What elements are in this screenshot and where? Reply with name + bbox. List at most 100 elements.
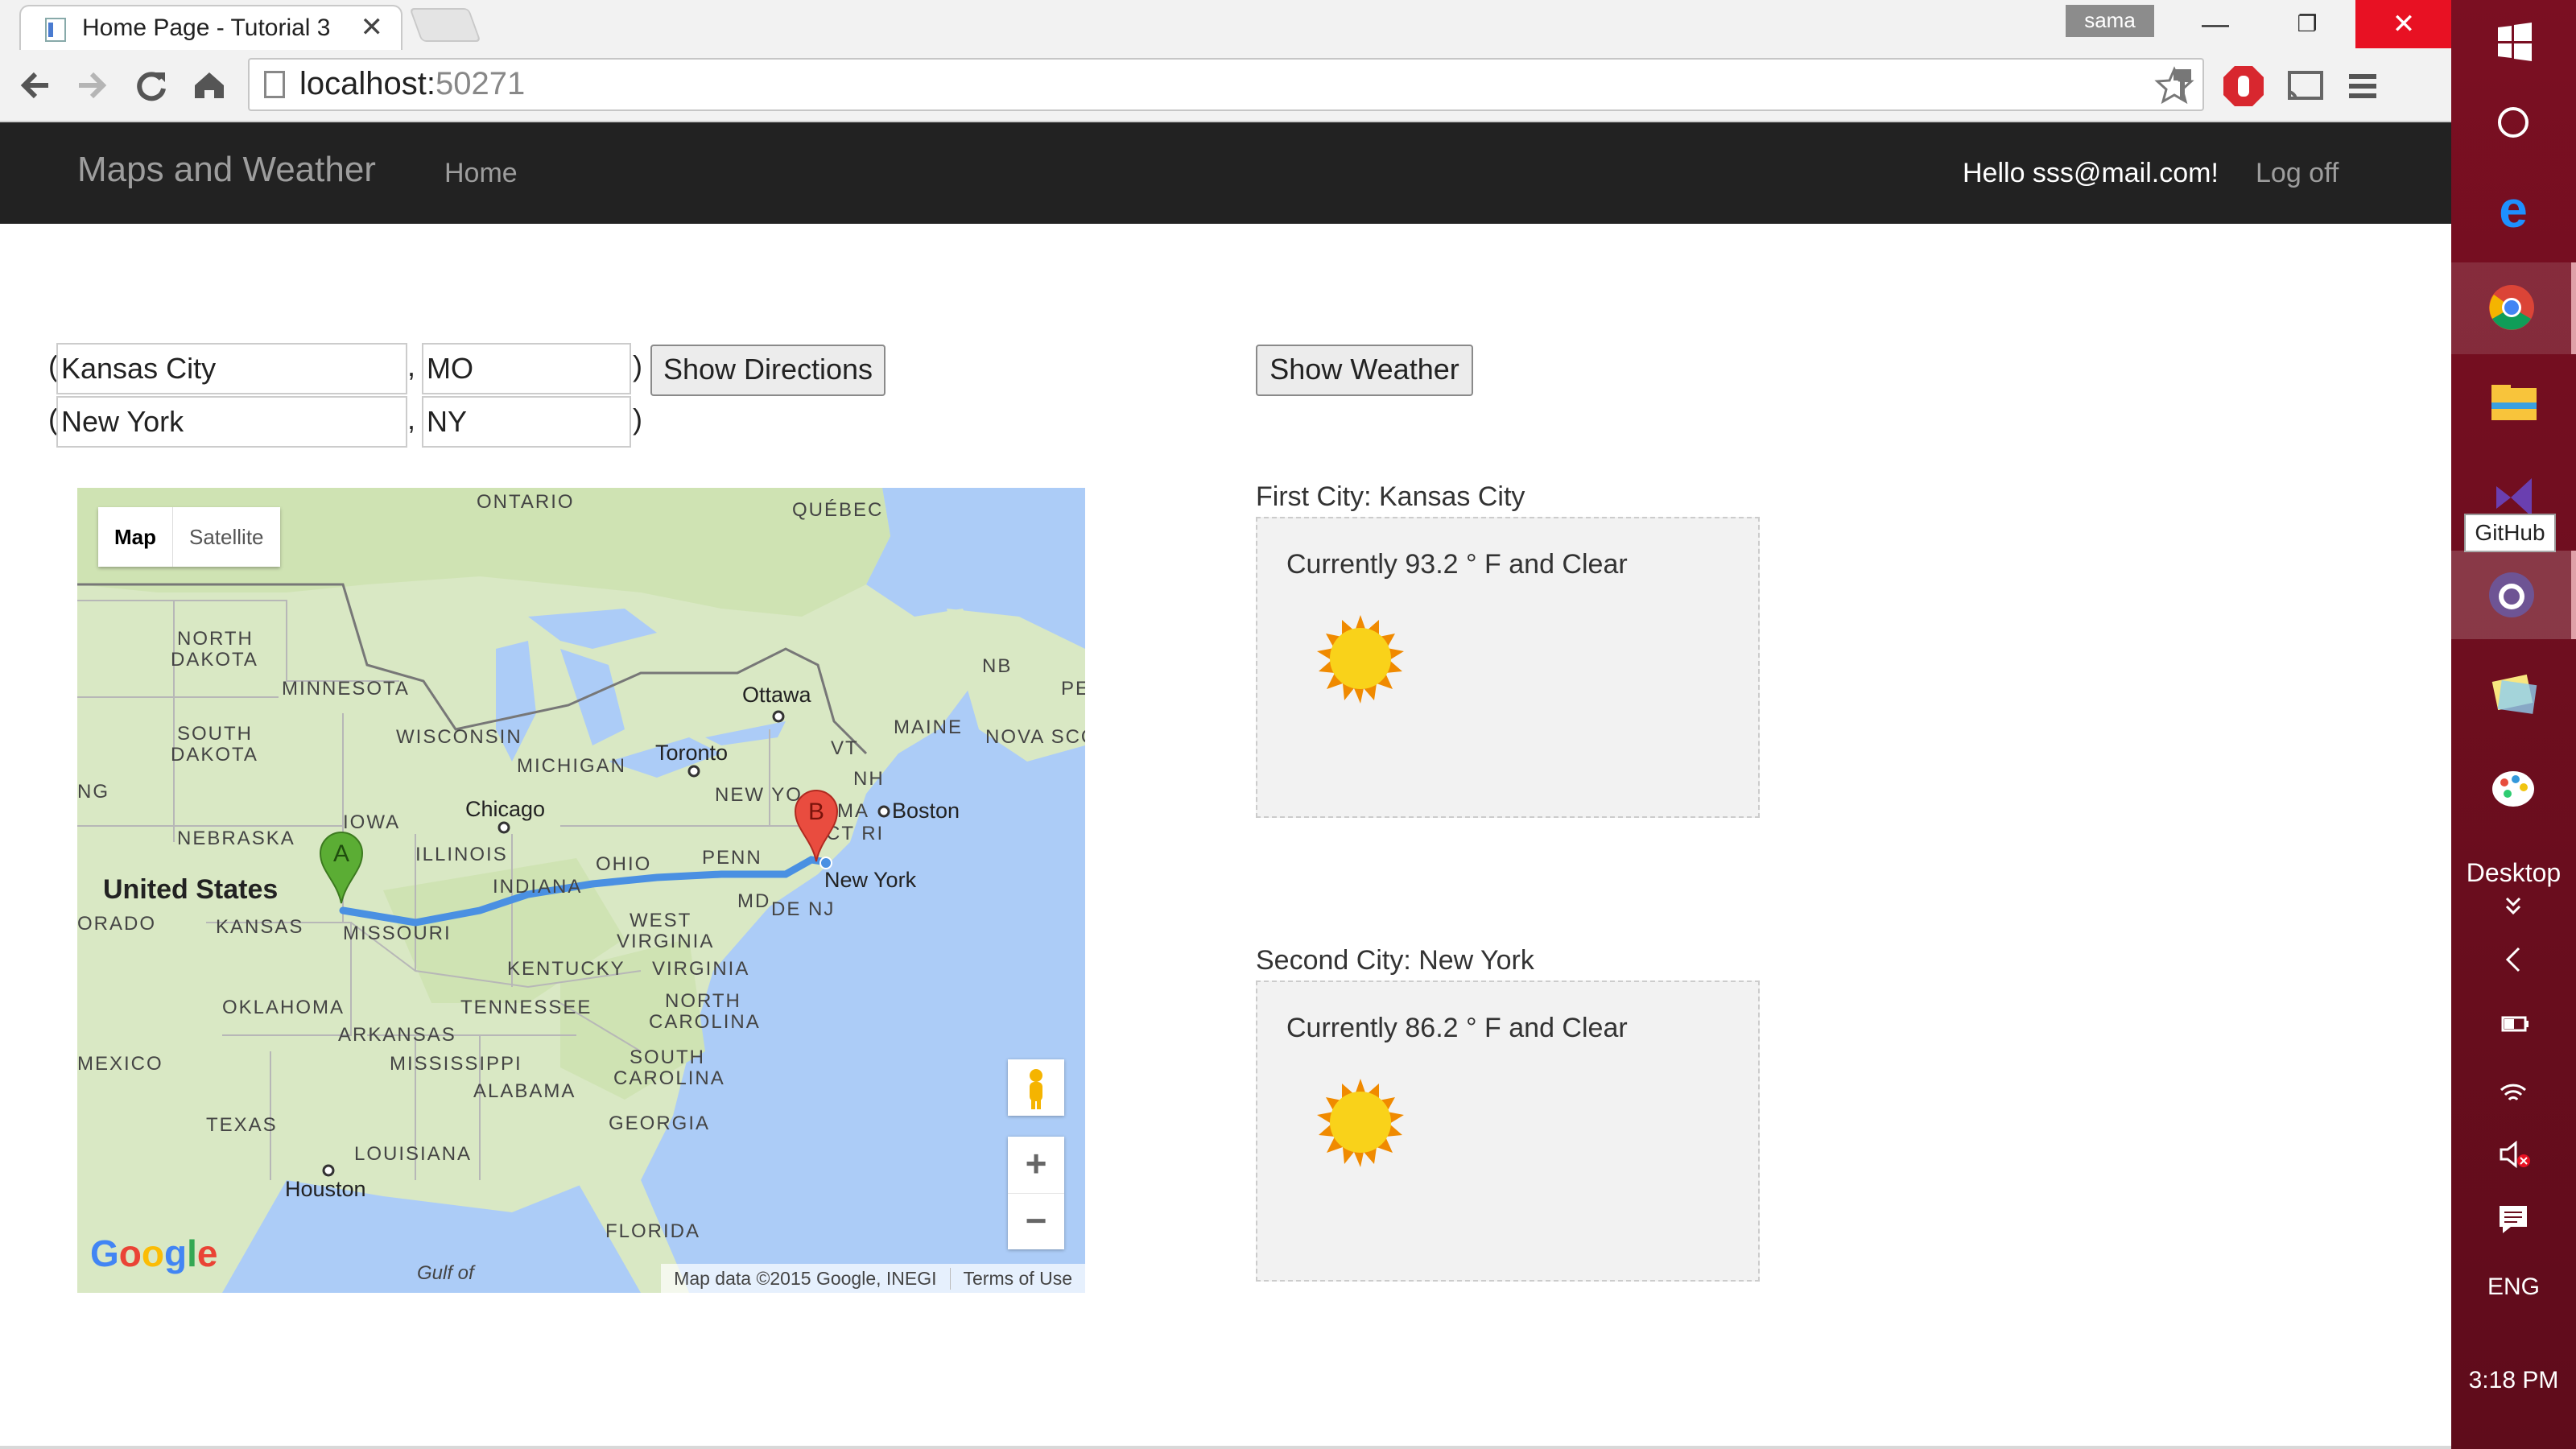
map-label: CAROLINA	[613, 1067, 725, 1089]
bookmark-star-icon[interactable]	[2154, 66, 2194, 106]
map-label: Gulf of	[417, 1262, 474, 1284]
map-label: TENNESSEE	[460, 997, 592, 1018]
map-label: NH	[853, 768, 885, 790]
map-label: SOUTH	[630, 1046, 705, 1068]
map-label: MAINE	[894, 716, 964, 738]
minimize-icon[interactable]: —	[2167, 0, 2264, 48]
map-label: NEBRASKA	[177, 828, 295, 849]
app-navbar: Maps and Weather Home Hello sss@mail.com…	[0, 122, 2451, 224]
first-city-weather-box: Currently 93.2 ° F and Clear	[1256, 517, 1760, 818]
state1-input[interactable]	[422, 343, 631, 394]
map-type-satellite[interactable]: Satellite	[172, 507, 280, 567]
marker-a-icon[interactable]: A	[319, 831, 364, 905]
map-label: ARKANSAS	[338, 1024, 456, 1046]
windows-start-icon[interactable]	[2451, 19, 2576, 64]
map-label: FLORIDA	[605, 1220, 701, 1242]
adblock-extension-icon[interactable]	[2220, 63, 2267, 109]
map-label: Ottawa	[742, 683, 811, 707]
sunny-icon	[1317, 1079, 1404, 1167]
google-logo[interactable]: Google	[90, 1232, 217, 1275]
map-label: INDIANA	[493, 876, 583, 898]
map-label: New York	[824, 868, 917, 892]
map-type-control[interactable]: Map Satellite	[98, 507, 280, 567]
map-label: Toronto	[655, 741, 729, 765]
pegman-icon[interactable]	[1008, 1059, 1064, 1116]
map-label: VIRGINIA	[652, 958, 750, 980]
tab-close-icon[interactable]: ✕	[361, 11, 384, 43]
zoom-control: + −	[1008, 1137, 1064, 1249]
url-text: localhost:50271	[299, 66, 526, 101]
volume-muted-icon[interactable]	[2451, 1138, 2576, 1170]
page-favicon-icon	[45, 18, 66, 42]
show-weather-button[interactable]: Show Weather	[1256, 345, 1473, 396]
chevron-down-icon[interactable]	[2451, 895, 2576, 918]
brand-link[interactable]: Maps and Weather	[77, 150, 376, 190]
visual-studio-icon[interactable]	[2451, 473, 2576, 518]
map-label: MICHIGAN	[517, 755, 626, 777]
language-indicator[interactable]: ENG	[2451, 1274, 2576, 1301]
map-label: TEXAS	[206, 1114, 278, 1136]
chrome-icon	[2488, 285, 2534, 330]
user-greeting-link[interactable]: Hello sss@mail.com!	[1963, 158, 2219, 189]
zoom-in-button[interactable]: +	[1008, 1137, 1064, 1194]
file-explorer-icon[interactable]	[2451, 378, 2576, 427]
cortana-icon[interactable]	[2451, 100, 2576, 145]
desktop-label[interactable]: Desktop	[2451, 858, 2576, 888]
google-map[interactable]: Map Satellite ONTARIO QUÉBEC NORTH DAKOT…	[77, 488, 1085, 1293]
comma: ,	[407, 402, 416, 436]
home-icon[interactable]	[187, 63, 232, 108]
first-city-current: Currently 93.2 ° F and Clear	[1286, 549, 1628, 580]
map-label: ALABAMA	[473, 1080, 576, 1102]
zoom-out-button[interactable]: −	[1008, 1194, 1064, 1250]
paint-icon[interactable]	[2451, 765, 2576, 813]
sticky-notes-icon[interactable]	[2451, 668, 2576, 716]
page-icon	[264, 71, 285, 98]
back-icon[interactable]	[13, 63, 58, 108]
map-label: Houston	[285, 1177, 366, 1201]
chevron-left-icon[interactable]	[2451, 943, 2576, 976]
map-label: MISSOURI	[343, 923, 452, 944]
nav-home-link[interactable]: Home	[444, 158, 518, 189]
map-label: KANSAS	[216, 916, 304, 938]
reload-icon[interactable]	[129, 63, 174, 108]
wifi-icon[interactable]	[2451, 1072, 2576, 1104]
close-paren: )	[633, 402, 642, 436]
edge-icon[interactable]: e	[2451, 187, 2576, 235]
state2-input[interactable]	[422, 396, 631, 448]
map-label: United States	[103, 874, 279, 905]
show-directions-button[interactable]: Show Directions	[650, 345, 886, 396]
map-label: QUÉBEC	[792, 499, 884, 521]
cast-icon[interactable]	[2281, 63, 2328, 109]
marker-b-icon[interactable]: B	[794, 789, 839, 863]
restore-icon[interactable]: ❐	[2259, 0, 2355, 48]
sunny-icon	[1317, 615, 1404, 704]
menu-icon[interactable]	[2339, 63, 2386, 109]
map-label: MA	[837, 800, 869, 822]
action-center-icon[interactable]	[2451, 1201, 2576, 1236]
map-label: OHIO	[596, 853, 652, 875]
new-tab-button[interactable]	[409, 8, 481, 42]
city1-input[interactable]	[56, 343, 407, 394]
city2-input[interactable]	[56, 396, 407, 448]
map-label: VT	[831, 737, 859, 759]
map-label: WEST	[630, 910, 692, 931]
map-label: OKLAHOMA	[222, 997, 345, 1018]
second-city-weather-box: Currently 86.2 ° F and Clear	[1256, 980, 1760, 1282]
map-label: MEXICO	[77, 1053, 163, 1075]
window-close-icon[interactable]: ✕	[2355, 0, 2452, 48]
browser-tab[interactable]: Home Page - Tutorial 3 ✕	[19, 5, 402, 50]
forward-icon[interactable]	[69, 63, 114, 108]
map-type-map[interactable]: Map	[98, 507, 172, 567]
profile-badge[interactable]: sama	[2066, 5, 2154, 37]
clock[interactable]: 3:18 PM	[2451, 1367, 2576, 1394]
logoff-link[interactable]: Log off	[2256, 158, 2339, 189]
terms-of-use-link[interactable]: Terms of Use	[949, 1267, 1085, 1290]
map-label: NORTH	[665, 990, 741, 1012]
address-bar[interactable]: localhost:50271	[248, 58, 2204, 111]
map-label: DAKOTA	[171, 744, 258, 766]
map-label: SOUTH	[177, 723, 253, 745]
taskbar-chrome-item[interactable]	[2451, 262, 2576, 354]
map-label: Boston	[892, 799, 960, 823]
battery-icon[interactable]	[2451, 1009, 2576, 1038]
taskbar-github-item[interactable]	[2451, 551, 2576, 639]
